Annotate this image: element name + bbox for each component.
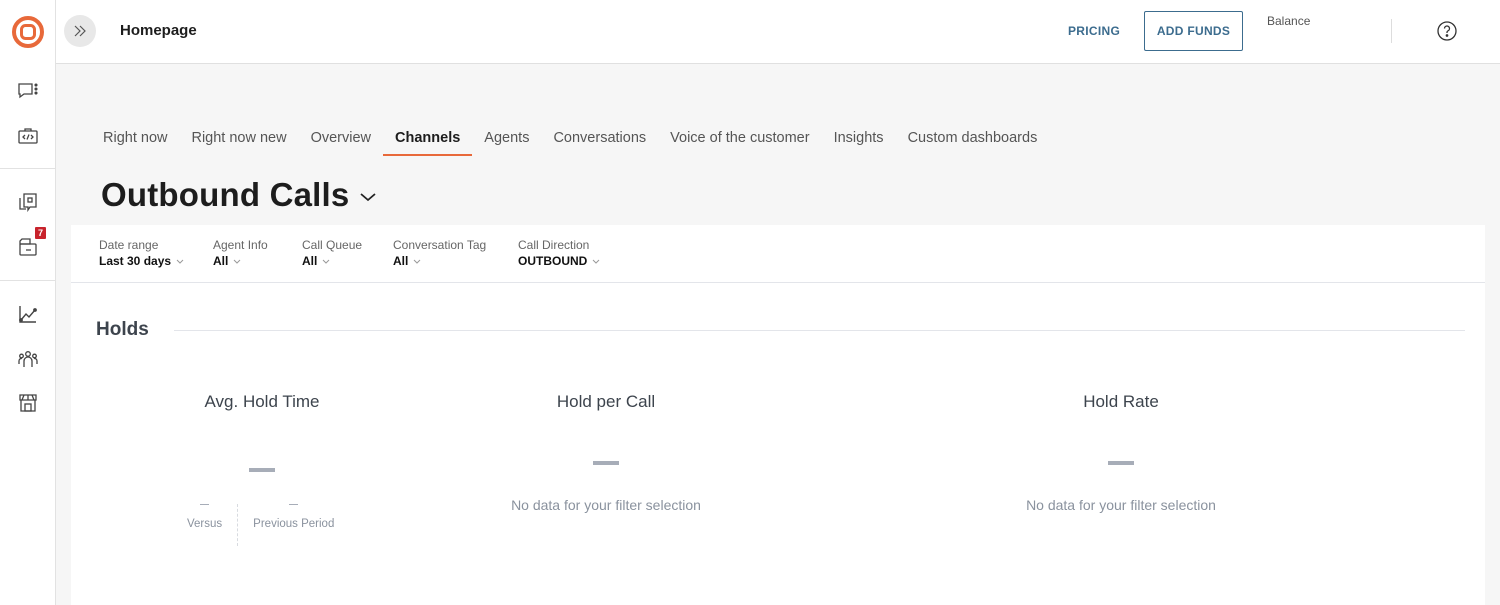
- inbox-icon[interactable]: 7: [16, 227, 46, 259]
- tab-right-now-new[interactable]: Right now new: [179, 120, 298, 156]
- filter-value: OUTBOUND: [518, 254, 588, 268]
- tab-custom-dashboards[interactable]: Custom dashboards: [896, 120, 1050, 156]
- metric-title: Avg. Hold Time: [204, 392, 320, 411]
- versus-label: Versus: [187, 518, 223, 530]
- metric-title: Hold per Call: [556, 392, 656, 411]
- previous-period-label: Previous Period: [253, 518, 335, 530]
- versus-column: Versus: [187, 504, 222, 546]
- filter-value: All: [393, 254, 409, 268]
- metric-comparison: Versus Previous Period: [187, 504, 334, 546]
- analytics-icon[interactable]: [16, 302, 40, 326]
- filter-value: All: [213, 254, 229, 268]
- filter-call-queue[interactable]: Call Queue All: [302, 238, 362, 268]
- chevron-down-icon: [592, 259, 600, 264]
- knowledge-base-icon[interactable]: [16, 190, 40, 214]
- filter-label: Conversation Tag: [393, 238, 487, 252]
- top-bar: Homepage PRICING ADD FUNDS Balance: [56, 0, 1500, 64]
- sidebar: 7: [0, 0, 56, 605]
- tab-conversations[interactable]: Conversations: [541, 120, 658, 156]
- tab-agents[interactable]: Agents: [472, 120, 541, 156]
- orange-target-logo[interactable]: [12, 16, 44, 48]
- chevron-down-icon: [413, 259, 421, 264]
- add-funds-button[interactable]: ADD FUNDS: [1144, 11, 1243, 51]
- metric-hold-rate: Hold Rate No data for your filter select…: [971, 392, 1271, 513]
- filter-label: Call Queue: [302, 238, 363, 252]
- tab-right-now[interactable]: Right now: [91, 120, 179, 156]
- comparison-separator: [237, 504, 239, 546]
- pricing-link[interactable]: PRICING: [1068, 24, 1120, 38]
- chevrons-right-icon: [74, 25, 86, 37]
- channel-selector[interactable]: Outbound Calls: [101, 176, 377, 214]
- sidebar-divider: [0, 168, 56, 169]
- filter-label: Date range: [99, 238, 159, 252]
- store-icon[interactable]: [16, 391, 40, 415]
- dashboard-tabs: Right now Right now new Overview Channel…: [91, 120, 1049, 156]
- metric-empty-value: [1108, 461, 1134, 465]
- filter-agent-info[interactable]: Agent Info All: [213, 238, 268, 268]
- dashboard-panel: Date range Last 30 days Agent Info All C…: [71, 225, 1485, 605]
- chevron-down-icon: [322, 259, 330, 264]
- team-icon[interactable]: [16, 347, 40, 371]
- tab-channels[interactable]: Channels: [383, 120, 473, 156]
- help-circle-icon: [1437, 21, 1457, 41]
- filter-value: Last 30 days: [99, 254, 172, 268]
- previous-period-column: Previous Period: [253, 504, 334, 546]
- balance-label: Balance: [1267, 14, 1311, 28]
- metric-avg-hold-time: Avg. Hold Time: [162, 392, 362, 472]
- section-title: Holds: [96, 319, 149, 340]
- help-button[interactable]: [1437, 21, 1457, 41]
- page-title: Outbound Calls: [101, 176, 350, 213]
- breadcrumb-homepage: Homepage: [120, 22, 197, 39]
- metric-title: Hold Rate: [1083, 392, 1159, 411]
- metric-hold-per-call: Hold per Call No data for your filter se…: [456, 392, 756, 513]
- no-data-message: No data for your filter selection: [511, 497, 701, 513]
- versus-value: [200, 504, 210, 505]
- sidebar-divider: [0, 280, 56, 281]
- expand-sidebar-button[interactable]: [64, 15, 96, 47]
- chevron-down-icon: [176, 259, 184, 264]
- section-divider: [174, 330, 1465, 331]
- tab-voice-of-the-customer[interactable]: Voice of the customer: [658, 120, 821, 156]
- inbox-badge: 7: [35, 227, 46, 239]
- chevron-down-icon: [360, 193, 377, 202]
- developer-toolkit-icon[interactable]: [16, 124, 40, 148]
- previous-period-value: [289, 504, 299, 505]
- filter-date-range[interactable]: Date range Last 30 days: [99, 238, 184, 268]
- filter-conversation-tag[interactable]: Conversation Tag All: [393, 238, 486, 268]
- filter-call-direction[interactable]: Call Direction OUTBOUND: [518, 238, 600, 268]
- filter-label: Call Direction: [518, 238, 590, 252]
- chevron-down-icon: [233, 259, 241, 264]
- conversations-icon[interactable]: [16, 79, 40, 103]
- tab-insights[interactable]: Insights: [822, 120, 896, 156]
- filter-value: All: [302, 254, 318, 268]
- no-data-message: No data for your filter selection: [1026, 497, 1216, 513]
- metric-empty-value: [593, 461, 619, 465]
- tab-overview[interactable]: Overview: [299, 120, 383, 156]
- filter-label: Agent Info: [213, 238, 268, 252]
- metric-empty-value: [249, 468, 275, 472]
- filter-bar: Date range Last 30 days Agent Info All C…: [71, 225, 1485, 283]
- topbar-divider: [1391, 19, 1392, 43]
